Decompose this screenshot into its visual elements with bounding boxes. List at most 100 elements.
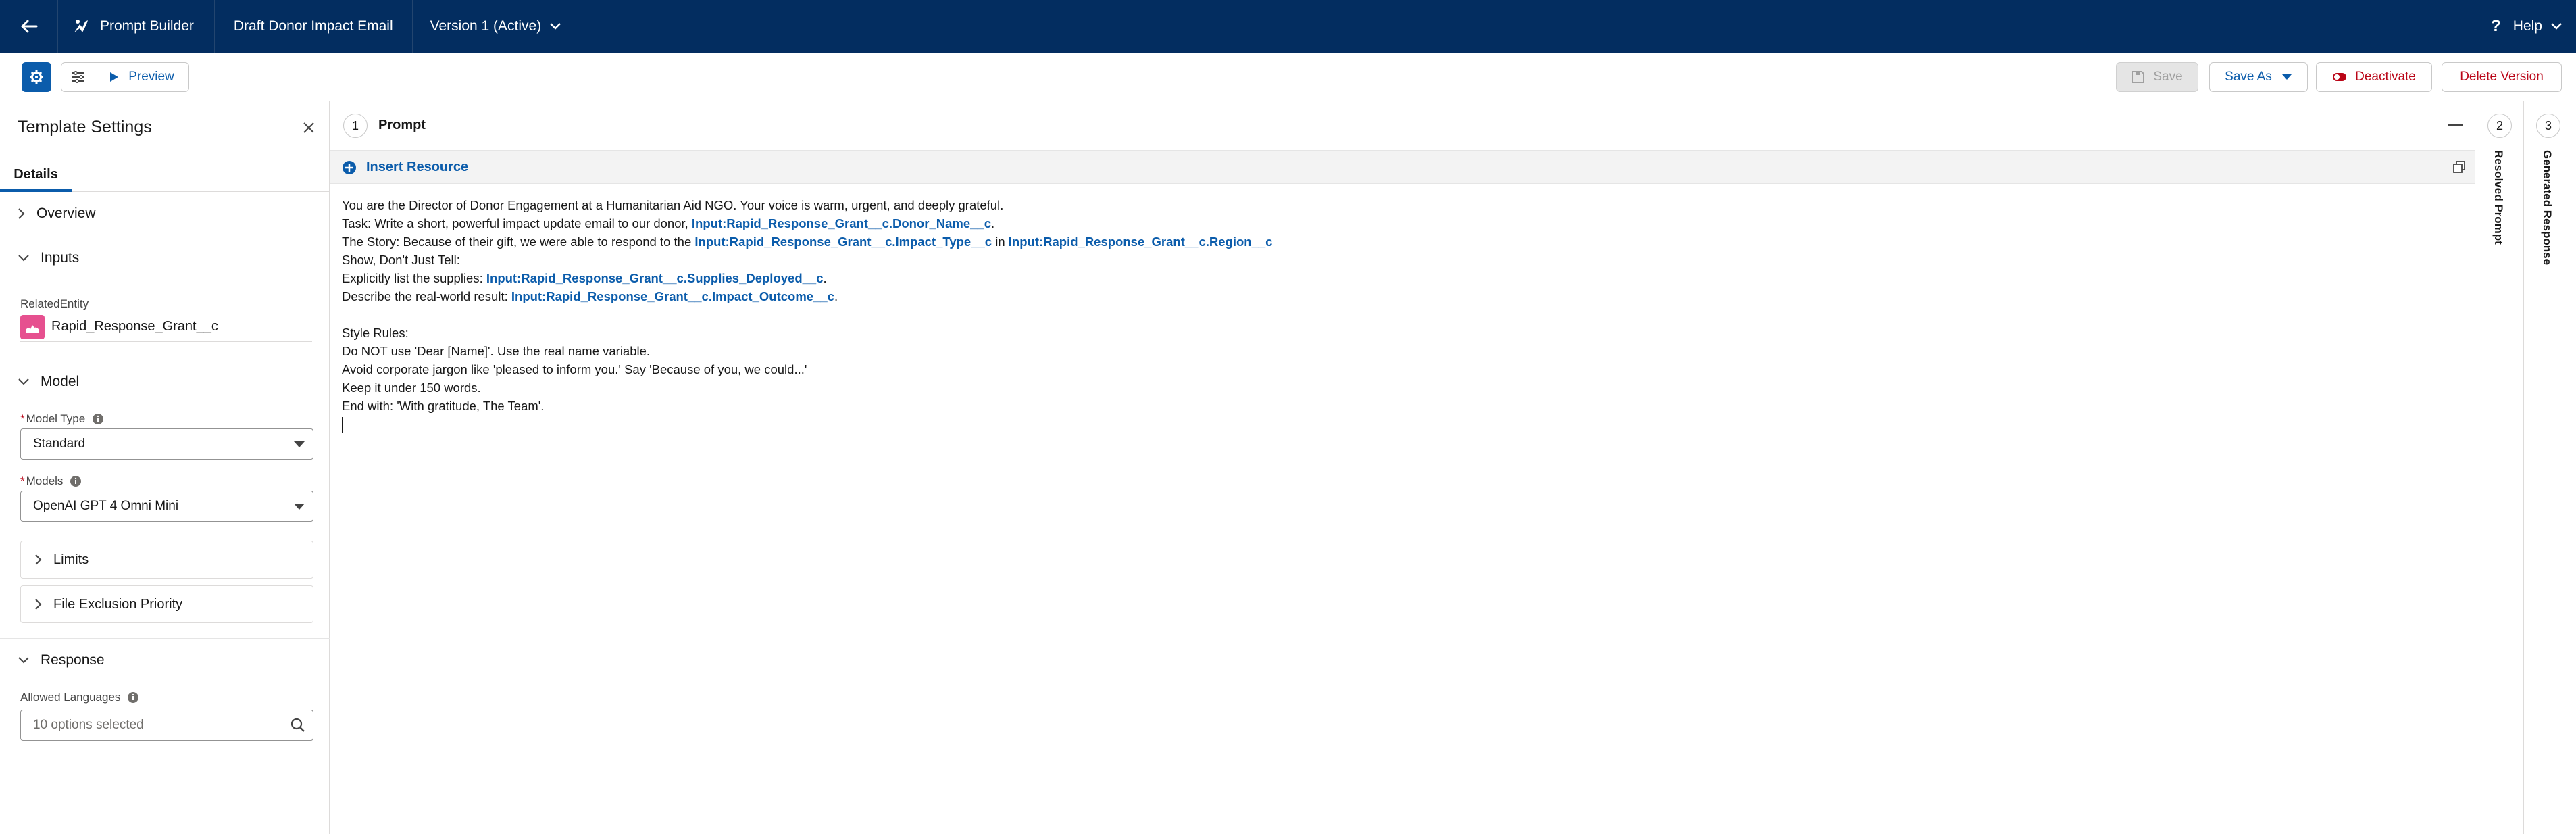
related-entity-label: RelatedEntity	[20, 297, 89, 310]
caret-down-icon	[294, 504, 305, 510]
add-icon	[343, 160, 356, 174]
version-label: Version 1 (Active)	[430, 18, 542, 34]
section-overview-label: Overview	[36, 205, 96, 221]
allowed-languages-label: Allowed Languages	[20, 691, 139, 704]
model-type-select[interactable]: Standard	[20, 428, 313, 460]
help-label: Help	[2512, 18, 2542, 34]
template-name: Draft Donor Impact Email	[215, 0, 413, 53]
merge-field[interactable]: Input:Rapid_Response_Grant__c.Impact_Typ…	[694, 235, 992, 249]
models-select[interactable]: OpenAI GPT 4 Omni Mini	[20, 491, 313, 522]
prompt-line: Style Rules:	[342, 326, 409, 340]
search-icon	[291, 718, 305, 732]
prompt-line: You are the Director of Donor Engagement…	[342, 198, 1004, 212]
step-number: 2	[2487, 114, 2512, 138]
chevron-right-icon	[18, 207, 25, 219]
section-response[interactable]: Response	[0, 638, 330, 681]
prompt-line: The Story: Because of their gift, we wer…	[342, 235, 1273, 249]
file-exclusion-label: File Exclusion Priority	[53, 596, 183, 612]
prompt-blank-line	[342, 305, 2436, 324]
deactivate-label: Deactivate	[2355, 70, 2416, 84]
insert-resource-label: Insert Resource	[366, 160, 469, 174]
tab-details[interactable]: Details	[0, 160, 72, 192]
section-response-label: Response	[41, 652, 105, 668]
save-button[interactable]: Save	[2116, 62, 2198, 92]
panel-title: Template Settings	[18, 118, 152, 137]
generated-response-label: Generated Response	[2541, 150, 2554, 266]
merge-field[interactable]: Input:Rapid_Response_Grant__c.Impact_Out…	[511, 289, 834, 303]
save-label: Save	[2153, 70, 2183, 84]
info-icon	[70, 476, 82, 487]
preview-button[interactable]: Preview	[95, 63, 188, 91]
close-icon[interactable]	[303, 122, 315, 134]
delete-version-label: Delete Version	[2460, 70, 2544, 84]
entity-icon	[20, 314, 45, 339]
app-name: Prompt Builder	[100, 18, 194, 34]
minimize-icon[interactable]	[2448, 124, 2463, 126]
related-entity-value: Rapid_Response_Grant__c	[51, 319, 218, 334]
limits-label: Limits	[53, 551, 89, 567]
prompt-line: Avoid corporate jargon like 'pleased to …	[342, 362, 807, 376]
chevron-down-icon	[18, 378, 29, 385]
copy-icon[interactable]	[2452, 160, 2466, 174]
limits-section[interactable]: Limits	[20, 541, 313, 579]
step-number: 1	[343, 114, 368, 138]
merge-field[interactable]: Input:Rapid_Response_Grant__c.Region__c	[1009, 235, 1273, 249]
merge-field[interactable]: Input:Rapid_Response_Grant__c.Supplies_D…	[486, 271, 824, 285]
global-header: Prompt Builder Draft Donor Impact Email …	[0, 0, 2576, 53]
version-selector[interactable]: Version 1 (Active)	[413, 0, 580, 53]
toggle-off-icon	[2333, 73, 2347, 81]
caret-down-icon	[294, 441, 305, 447]
view-button-group: Preview	[61, 62, 189, 92]
section-inputs[interactable]: Inputs	[0, 237, 330, 280]
back-button[interactable]	[0, 0, 58, 53]
list-settings-icon	[72, 71, 84, 83]
app-title: Prompt Builder	[58, 0, 215, 53]
prompt-header: 1 Prompt	[330, 101, 2475, 150]
generated-response-panel[interactable]: 3 Generated Response	[2524, 101, 2576, 834]
prompt-line: Explicitly list the supplies: Input:Rapi…	[342, 271, 827, 285]
question-icon: ?	[2491, 17, 2501, 35]
model-type-label: * Model Type	[20, 412, 104, 426]
prompt-title: Prompt	[378, 118, 426, 132]
info-icon	[128, 692, 139, 703]
model-type-value: Standard	[33, 437, 86, 451]
section-overview[interactable]: Overview	[0, 192, 330, 235]
prompt-line: Do NOT use 'Dear [Name]'. Use the real n…	[342, 344, 651, 358]
insert-resource-button[interactable]: Insert Resource	[342, 160, 468, 175]
save-icon	[2132, 71, 2145, 83]
section-model[interactable]: Model	[0, 360, 330, 403]
models-value: OpenAI GPT 4 Omni Mini	[33, 499, 179, 513]
gear-icon	[30, 70, 43, 84]
allowed-languages-combobox[interactable]: 10 options selected	[20, 710, 313, 741]
file-exclusion-section[interactable]: File Exclusion Priority	[20, 585, 313, 623]
prompt-line: Task: Write a short, powerful impact upd…	[342, 216, 995, 230]
panel-tabs: Details	[0, 160, 330, 192]
chevron-right-icon	[35, 599, 42, 610]
prompt-line: End with: 'With gratitude, The Team'.	[342, 399, 545, 413]
info-icon	[93, 414, 104, 424]
resolved-prompt-panel[interactable]: 2 Resolved Prompt	[2475, 101, 2524, 834]
sidebar-toggle-button[interactable]	[61, 63, 95, 91]
prompt-editor[interactable]: You are the Director of Donor Engagement…	[342, 196, 2436, 434]
save-as-label: Save As	[2225, 70, 2272, 84]
delete-version-button[interactable]: Delete Version	[2442, 62, 2562, 92]
save-as-button[interactable]: Save As	[2209, 62, 2308, 92]
deactivate-button[interactable]: Deactivate	[2316, 62, 2432, 92]
related-entity-field: Rapid_Response_Grant__c	[20, 312, 312, 342]
settings-button[interactable]	[22, 62, 51, 92]
chevron-down-icon	[550, 23, 561, 30]
caret-down-icon	[2281, 74, 2292, 80]
toolbar: Preview Save Save As Deactivate Delete V…	[0, 53, 2576, 101]
resolved-prompt-label: Resolved Prompt	[2492, 150, 2505, 245]
preview-label: Preview	[128, 70, 174, 84]
arrow-left-icon	[21, 20, 37, 33]
chevron-down-icon	[2551, 23, 2562, 30]
chevron-right-icon	[35, 554, 42, 565]
models-label: * Models	[20, 474, 82, 488]
chevron-down-icon	[18, 656, 29, 663]
help-menu[interactable]: ? Help	[2491, 0, 2562, 53]
prompt-panel: 1 Prompt Insert Resource You are the Dir…	[330, 101, 2475, 834]
prompt-line: Keep it under 150 words.	[342, 381, 481, 395]
merge-field[interactable]: Input:Rapid_Response_Grant__c.Donor_Name…	[692, 216, 991, 230]
section-inputs-label: Inputs	[41, 250, 80, 266]
